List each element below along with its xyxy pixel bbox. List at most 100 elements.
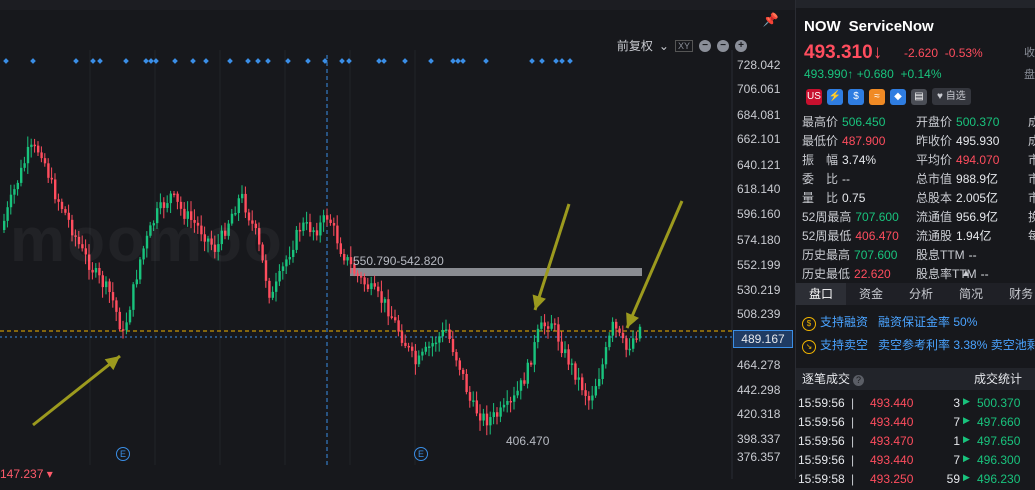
tick-qty: 7 xyxy=(953,453,960,467)
candle-body xyxy=(37,145,40,153)
sidebar-top-tabs xyxy=(796,0,1035,8)
stat-cut-label: 市 xyxy=(1028,153,1035,167)
price-axis-label: 376.357 xyxy=(737,450,781,464)
cut-label: 盘 xyxy=(1024,69,1035,81)
minus-zoom-icon[interactable]: − xyxy=(699,39,711,52)
candle-body xyxy=(448,329,451,340)
candle-body xyxy=(3,220,6,230)
event-marker xyxy=(529,58,535,64)
price-axis-label: 508.239 xyxy=(737,307,781,321)
candle-body xyxy=(523,380,526,384)
candle-body xyxy=(417,355,421,365)
earnings-marker[interactable]: E xyxy=(414,447,428,461)
price-change: -2.620 -0.53% xyxy=(904,46,983,60)
price-axis-label: 662.101 xyxy=(737,132,781,146)
dollar-icon[interactable]: $ xyxy=(848,88,864,105)
candle-body xyxy=(455,352,458,361)
candle-body xyxy=(496,412,499,417)
candle-body xyxy=(472,400,475,402)
stat-value: 494.070 xyxy=(956,153,1000,167)
stat-value: -- xyxy=(842,172,851,186)
candle-body xyxy=(343,254,346,261)
price-adjust-dropdown[interactable]: 前复权 xyxy=(617,37,653,54)
note-icon[interactable]: ▤ xyxy=(911,88,927,105)
chart-toolbar: 前复权 ⌄ XY − − + xyxy=(617,37,747,54)
candle-body xyxy=(271,291,274,298)
candle-body xyxy=(594,386,597,396)
candle-body xyxy=(557,324,560,342)
stat-value: 506.450 xyxy=(842,115,886,129)
current-price-tag: 489.167 xyxy=(733,330,793,348)
candle-body xyxy=(312,230,315,233)
us-flag-icon[interactable]: US xyxy=(806,88,822,105)
tick-arrow: ▶ xyxy=(963,453,970,463)
candle-body xyxy=(241,193,244,199)
collapse-caret-icon[interactable]: ▲ xyxy=(961,268,971,279)
candle-body xyxy=(598,379,601,387)
candle-body xyxy=(57,199,60,202)
tab-4[interactable]: 财务 xyxy=(996,283,1035,305)
stats-title[interactable]: 成交统计 xyxy=(974,368,1022,390)
add-watchlist-button[interactable]: ♥ 自选 xyxy=(932,88,971,105)
tick-arrow: ▶ xyxy=(963,434,970,444)
ticker: NOW xyxy=(804,18,841,35)
event-marker xyxy=(123,58,129,64)
candle-body xyxy=(326,215,329,220)
option-icon[interactable]: ≈ xyxy=(869,88,885,105)
stat-item: 昨收价 495.930 xyxy=(916,132,999,149)
plus-zoom-icon[interactable]: + xyxy=(735,39,747,52)
candle-body xyxy=(295,229,298,250)
candle-body xyxy=(16,182,19,190)
help-icon[interactable]: ? xyxy=(853,375,865,386)
candle-body xyxy=(118,311,121,330)
candle-body xyxy=(128,309,132,323)
candle-body xyxy=(47,163,50,178)
candle-body xyxy=(305,222,308,224)
event-marker xyxy=(30,58,36,64)
axis-toggle-icon[interactable]: XY xyxy=(674,39,693,52)
watermark: moomoo xyxy=(10,205,284,276)
candle-body xyxy=(319,222,322,236)
candle-body xyxy=(438,336,441,343)
stat-label: 52周最高 xyxy=(802,210,852,224)
candlestick-chart-panel[interactable]: moomoo 前复权 ⌄ XY − − + 📌 728.042 706.061 68… xyxy=(0,0,795,481)
stat-item: 量 比 0.75 xyxy=(802,189,865,206)
stat-label: 历史最高 xyxy=(802,248,851,262)
margin-link[interactable]: 支持融资 xyxy=(820,315,868,329)
tab-3[interactable]: 简况 xyxy=(946,283,996,305)
stat-value: 0.75 xyxy=(842,191,866,205)
tab-1[interactable]: 资金 xyxy=(846,283,896,305)
candle-body xyxy=(465,373,468,393)
stat-item: 振 幅 3.74% xyxy=(802,151,876,168)
tab-0[interactable]: 盘口 xyxy=(796,283,847,305)
minus-icon[interactable]: − xyxy=(717,39,729,52)
stat-cut-label: 成 xyxy=(1028,134,1035,148)
tick-bar: | xyxy=(851,472,855,486)
event-marker xyxy=(381,58,387,64)
lightning-icon[interactable]: ⚡ xyxy=(827,88,843,105)
tick-level-price: 496.300 xyxy=(977,453,1021,467)
pin-icon[interactable]: 📌 xyxy=(763,12,779,28)
price-axis-label: 728.042 xyxy=(737,58,781,72)
price-axis-label: 398.337 xyxy=(737,432,781,446)
stat-cut-label: 每 xyxy=(1028,229,1035,243)
candle-body xyxy=(176,193,179,202)
candle-body xyxy=(509,400,512,403)
stat-value: 2.005亿 xyxy=(956,191,999,205)
chevron-down-icon[interactable]: ⌄ xyxy=(659,39,669,53)
price-axis-label: 706.061 xyxy=(737,82,781,96)
candle-body xyxy=(431,343,434,347)
tick-arrow: ▶ xyxy=(963,472,970,482)
candle-body xyxy=(366,284,370,290)
stat-value: 707.600 xyxy=(855,210,899,224)
margin-link[interactable]: 支持卖空 xyxy=(820,338,868,352)
earnings-marker[interactable]: E xyxy=(116,447,130,461)
tab-2[interactable]: 分析 xyxy=(896,283,946,305)
stat-cut-label: 市 xyxy=(1028,172,1035,186)
candle-body xyxy=(298,229,302,232)
candle-body xyxy=(618,328,621,333)
tag-icon[interactable]: ◆ xyxy=(890,88,906,105)
candle-body xyxy=(516,390,519,396)
candle-body xyxy=(387,299,390,317)
candle-body xyxy=(530,362,533,365)
